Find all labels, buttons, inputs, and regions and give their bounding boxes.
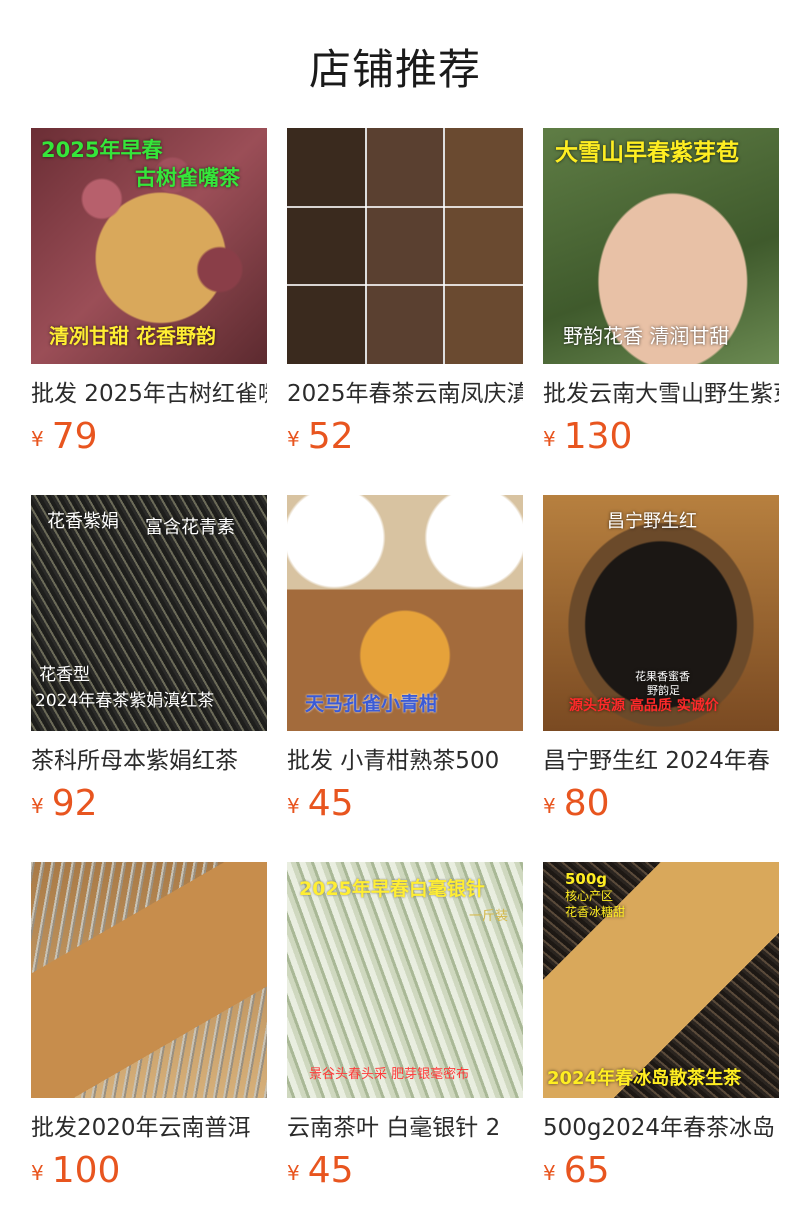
silver-needle-image[interactable]: 2025年早春白毫银针 一斤装 景谷头春头采 肥芽银毫密布 [287,862,523,1098]
black-tea-leaves-image[interactable]: 花香紫娟 富含花青素 花香型 2024年春茶紫娟滇红茶 [31,495,267,731]
image-caption: 大雪山早春紫芽苞 [555,140,739,166]
product-price: ¥80 [543,784,779,830]
product-card[interactable]: 昌宁野生红 花果香蜜香 野韵足 源头货源 高品质 实诚价 昌宁野生红 2024年… [543,495,779,862]
product-price: ¥100 [31,1151,267,1197]
purple-bud-hand-image[interactable]: 大雪山早春紫芽苞 野韵花香 清润甘甜 [543,128,779,364]
price-value: 100 [51,1150,121,1191]
currency-symbol: ¥ [31,794,44,818]
price-value: 79 [51,416,98,457]
product-name[interactable]: 批发云南大雪山野生紫芽苞 [543,379,779,409]
product-price: ¥45 [287,784,523,830]
currency-symbol: ¥ [287,427,300,451]
price-value: 65 [563,1150,610,1191]
currency-symbol: ¥ [287,1161,300,1185]
image-caption: 景谷头春头采 肥芽银毫密布 [309,1067,470,1082]
price-value: 52 [307,416,354,457]
price-value: 80 [563,783,610,824]
puer-scoop-image[interactable] [31,862,267,1098]
image-caption: 古树雀嘴茶 [135,166,240,190]
image-caption: 源头货源 高品质 实诚价 [569,698,719,714]
product-card[interactable]: 2025年春茶云南凤庆滇红 ¥52 [287,128,523,495]
image-caption: 2025年早春白毫银针 [299,878,485,900]
price-value: 92 [51,783,98,824]
product-card[interactable]: 大雪山早春紫芽苞 野韵花香 清润甘甜 批发云南大雪山野生紫芽苞 ¥130 [543,128,779,495]
currency-symbol: ¥ [287,794,300,818]
red-bud-tea-image[interactable]: 2025年早春 古树雀嘴茶 清冽甘甜 花香野韵 [31,128,267,364]
product-name[interactable]: 云南茶叶 白毫银针 2 [287,1113,523,1143]
product-price: ¥130 [543,417,779,463]
image-caption: 花果香蜜香 [635,670,690,683]
product-name[interactable]: 批发2020年云南普洱 [31,1113,267,1143]
image-caption: 500g [565,870,608,888]
page-title: 店铺推荐 [308,45,481,94]
wild-black-tea-bowl-image[interactable]: 昌宁野生红 花果香蜜香 野韵足 源头货源 高品质 实诚价 [543,495,779,731]
image-caption: 富含花青素 [145,517,235,538]
image-caption: 清冽甘甜 花香野韵 [49,324,216,348]
product-card[interactable]: 2025年早春白毫银针 一斤装 景谷头春头采 肥芽银毫密布 云南茶叶 白毫银针 … [287,862,523,1229]
product-card[interactable]: 500g 核心产区 花香冰糖甜 2024年春冰岛散茶生茶 500g2024年春茶… [543,862,779,1229]
citrus-puer-image[interactable]: 天马孔雀小青柑 [287,495,523,731]
image-caption: 野韵足 [647,684,680,697]
currency-symbol: ¥ [543,1161,556,1185]
image-caption: 2024年春冰岛散茶生茶 [547,1068,742,1089]
price-value: 130 [563,416,633,457]
image-caption: 花香型 [39,665,90,685]
image-caption: 一斤装 [469,909,509,924]
image-caption: 2024年春茶紫娟滇红茶 [35,691,215,711]
product-price: ¥52 [287,417,523,463]
currency-symbol: ¥ [31,427,44,451]
product-price: ¥92 [31,784,267,830]
image-caption: 天马孔雀小青柑 [305,693,439,715]
product-name[interactable]: 批发 小青柑熟茶500 [287,746,523,776]
image-caption: 昌宁野生红 [607,511,697,532]
product-name[interactable]: 茶科所母本紫娟红茶 [31,746,267,776]
price-value: 45 [307,1150,354,1191]
currency-symbol: ¥ [543,794,556,818]
tea-collage-image[interactable] [287,128,523,364]
product-price: ¥79 [31,417,267,463]
price-value: 45 [307,783,354,824]
image-caption: 核心产区 [565,889,614,903]
currency-symbol: ¥ [543,427,556,451]
product-card[interactable]: 天马孔雀小青柑 批发 小青柑熟茶500 ¥45 [287,495,523,862]
product-name[interactable]: 500g2024年春茶冰岛 [543,1113,779,1143]
product-name[interactable]: 批发 2025年古树红雀嘴茶 [31,379,267,409]
product-name[interactable]: 昌宁野生红 2024年春 [543,746,779,776]
currency-symbol: ¥ [31,1161,44,1185]
product-grid: 2025年早春 古树雀嘴茶 清冽甘甜 花香野韵 批发 2025年古树红雀嘴茶 ¥… [31,128,779,1229]
image-caption: 野韵花香 清润甘甜 [563,324,730,348]
product-name[interactable]: 2025年春茶云南凤庆滇红 [287,379,523,409]
image-caption: 花香冰糖甜 [565,905,626,919]
product-card[interactable]: 2025年早春 古树雀嘴茶 清冽甘甜 花香野韵 批发 2025年古树红雀嘴茶 ¥… [31,128,267,495]
bingdao-loose-tea-image[interactable]: 500g 核心产区 花香冰糖甜 2024年春冰岛散茶生茶 [543,862,779,1098]
product-price: ¥45 [287,1151,523,1197]
image-caption: 2025年早春 [41,138,163,162]
product-price: ¥65 [543,1151,779,1197]
product-card[interactable]: 批发2020年云南普洱 ¥100 [31,862,267,1229]
product-card[interactable]: 花香紫娟 富含花青素 花香型 2024年春茶紫娟滇红茶 茶科所母本紫娟红茶 ¥9… [31,495,267,862]
image-caption: 花香紫娟 [47,511,119,532]
